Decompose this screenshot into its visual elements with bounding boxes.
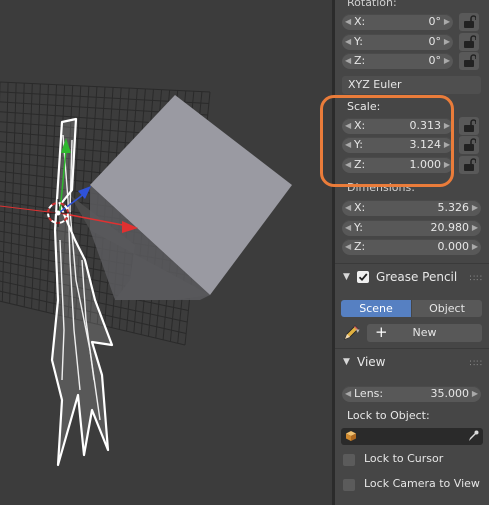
- lock-icon: [464, 119, 476, 132]
- lock-to-cursor-checkbox[interactable]: [343, 454, 355, 466]
- view-title: View: [357, 355, 386, 369]
- pencil-icon-button[interactable]: ▾: [341, 324, 363, 342]
- lock-icon: [464, 35, 476, 48]
- checkmark-icon: [358, 273, 368, 282]
- chevron-down-icon: ▾: [356, 327, 360, 335]
- 3d-viewport[interactable]: [0, 0, 332, 505]
- lock-icon: [464, 15, 476, 28]
- triangle-down-icon[interactable]: ▼: [343, 357, 350, 367]
- rotation-z-lock-button[interactable]: [459, 52, 479, 70]
- grip-icon[interactable]: ∷∷: [470, 274, 483, 284]
- scale-y-lock-button[interactable]: [459, 136, 479, 154]
- decrement-arrow-icon[interactable]: ◀: [345, 386, 351, 402]
- dimensions-z-label: Z:: [354, 240, 366, 253]
- decrement-arrow-icon[interactable]: ◀: [345, 239, 351, 255]
- scale-x-lock-button[interactable]: [459, 117, 479, 135]
- increment-arrow-icon[interactable]: ▶: [472, 239, 478, 255]
- triangle-down-icon[interactable]: ▼: [343, 272, 350, 282]
- grease-pencil-checkbox[interactable]: [357, 271, 369, 283]
- grease-pencil-header[interactable]: ▼ Grease Pencil ∷∷: [335, 264, 489, 290]
- new-grease-pencil-button[interactable]: + New: [367, 323, 482, 342]
- increment-arrow-icon[interactable]: ▶: [472, 220, 478, 236]
- scale-highlight-annotation: [320, 95, 454, 187]
- eyedropper-icon: [469, 430, 479, 441]
- decrement-arrow-icon[interactable]: ◀: [345, 14, 351, 30]
- dimensions-y-field[interactable]: ◀ Y: 20.980 ▶: [342, 220, 481, 236]
- rotation-y-value: 0°: [428, 35, 442, 48]
- lock-to-object-field[interactable]: [341, 428, 483, 445]
- dimensions-z-value: 0.000: [437, 240, 470, 253]
- lens-value: 35.000: [430, 387, 470, 400]
- properties-panel: Rotation: ◀ X: 0° ▶ ◀ Y: 0° ▶ ◀ Z: 0° ▶ …: [335, 0, 489, 505]
- view-header[interactable]: ▼ View ∷∷: [335, 349, 489, 375]
- dimensions-z-field[interactable]: ◀ Z: 0.000 ▶: [342, 239, 481, 255]
- lock-to-cursor-label: Lock to Cursor: [364, 452, 444, 465]
- lock-icon: [464, 138, 476, 151]
- rotation-z-label: Z:: [354, 54, 366, 67]
- lock-camera-to-view-checkbox[interactable]: [343, 479, 355, 491]
- rotation-mode-dropdown[interactable]: XYZ Euler: [342, 76, 481, 94]
- rotation-mode-value: XYZ Euler: [348, 78, 402, 91]
- rotation-z-field[interactable]: ◀ Z: 0° ▶: [342, 53, 453, 69]
- decrement-arrow-icon[interactable]: ◀: [345, 200, 351, 216]
- rotation-y-lock-button[interactable]: [459, 33, 479, 51]
- lock-camera-to-view-label: Lock Camera to View: [364, 477, 480, 490]
- grease-pencil-title: Grease Pencil: [376, 270, 458, 284]
- viewport-scene: [0, 81, 292, 467]
- new-button-label: New: [412, 326, 437, 339]
- rotation-y-label: Y:: [354, 35, 363, 48]
- rotation-x-lock-button[interactable]: [459, 13, 479, 31]
- grip-icon[interactable]: ∷∷: [470, 359, 483, 369]
- rotation-x-field[interactable]: ◀ X: 0° ▶: [342, 14, 453, 30]
- tab-scene[interactable]: Scene: [341, 300, 411, 317]
- dimensions-y-label: Y:: [354, 221, 363, 234]
- cube-icon: [346, 431, 356, 441]
- dimensions-x-label: X:: [354, 201, 366, 214]
- dimensions-x-value: 5.326: [437, 201, 470, 214]
- rotation-y-field[interactable]: ◀ Y: 0° ▶: [342, 34, 453, 50]
- dimensions-x-field[interactable]: ◀ X: 5.326 ▶: [342, 200, 481, 216]
- lock-icon: [464, 158, 476, 171]
- increment-arrow-icon[interactable]: ▶: [444, 14, 450, 30]
- increment-arrow-icon[interactable]: ▶: [444, 53, 450, 69]
- decrement-arrow-icon[interactable]: ◀: [345, 53, 351, 69]
- rotation-z-value: 0°: [428, 54, 442, 67]
- tab-object[interactable]: Object: [412, 300, 482, 317]
- decrement-arrow-icon[interactable]: ◀: [345, 34, 351, 50]
- scale-z-lock-button[interactable]: [459, 156, 479, 174]
- increment-arrow-icon[interactable]: ▶: [472, 386, 478, 402]
- grease-pencil-tabs: Scene Object: [341, 300, 482, 317]
- increment-arrow-icon[interactable]: ▶: [472, 200, 478, 216]
- increment-arrow-icon[interactable]: ▶: [444, 34, 450, 50]
- lock-icon: [464, 54, 476, 67]
- rotation-x-value: 0°: [428, 15, 442, 28]
- rotation-x-label: X:: [354, 15, 366, 28]
- lens-label: Lens:: [354, 387, 384, 400]
- lens-field[interactable]: ◀ Lens: 35.000 ▶: [342, 386, 481, 402]
- dimensions-y-value: 20.980: [430, 221, 470, 234]
- lock-to-object-label: Lock to Object:: [347, 409, 430, 422]
- rotation-label: Rotation:: [347, 0, 397, 9]
- decrement-arrow-icon[interactable]: ◀: [345, 220, 351, 236]
